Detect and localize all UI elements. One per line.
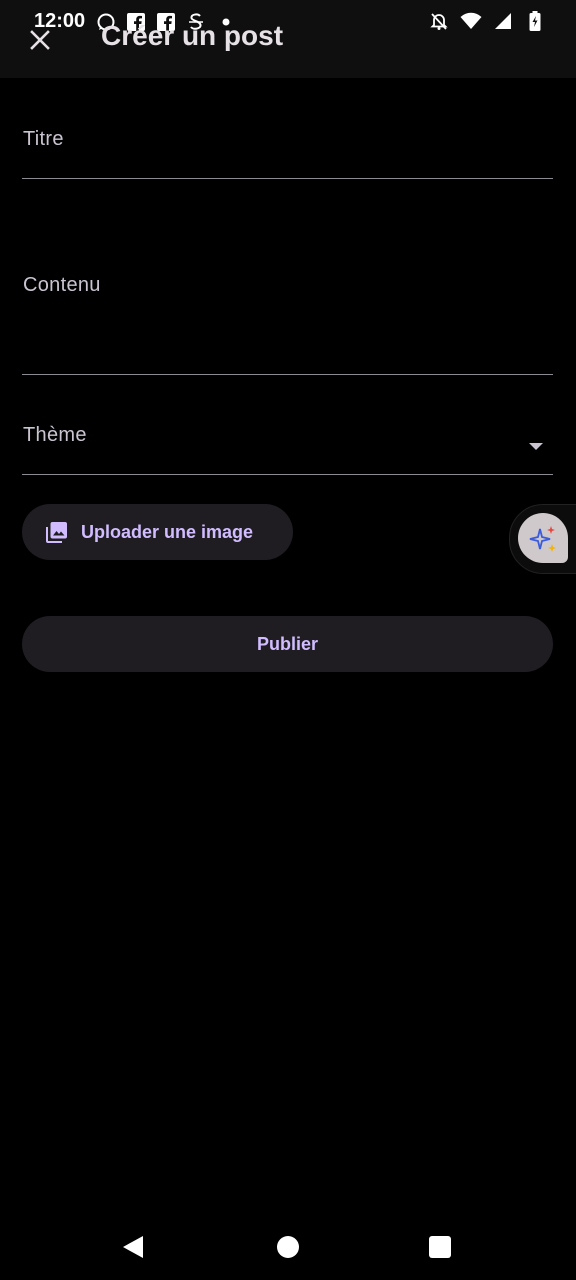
theme-dropdown-label: Thème (23, 424, 87, 446)
sparkle-icon (529, 526, 556, 552)
silent-bell-icon (428, 10, 450, 32)
image-icon (46, 522, 67, 543)
upload-image-label: Uploader une image (81, 521, 254, 542)
content-field[interactable]: Contenu (22, 250, 553, 375)
theme-dropdown[interactable]: Thème (22, 402, 553, 475)
recents-icon[interactable] (429, 1236, 451, 1258)
upload-image-button[interactable]: Uploader une image (22, 504, 293, 560)
title-field-label: Titre (23, 128, 64, 150)
navigation-bar (0, 1210, 576, 1280)
publish-label: Publier (256, 633, 318, 654)
status-bar: 12:00 (0, 0, 576, 44)
home-icon[interactable] (277, 1236, 299, 1258)
system-icons (428, 10, 546, 32)
assistant-bubble (518, 513, 568, 563)
close-button[interactable] (24, 24, 56, 56)
dropdown-arrow-icon (529, 443, 543, 450)
app-bar: 12:00 Créer un post (0, 0, 576, 78)
content-field-label: Contenu (23, 274, 101, 296)
page-title: Créer un post (101, 20, 284, 51)
wifi-icon (460, 10, 482, 32)
assistant-floating-tab[interactable] (509, 504, 576, 574)
title-field[interactable]: Titre (22, 100, 553, 179)
signal-icon (492, 10, 514, 32)
battery-icon (524, 10, 546, 32)
publish-button[interactable]: Publier (22, 616, 553, 672)
back-icon[interactable] (121, 1235, 145, 1259)
close-icon (30, 30, 50, 50)
